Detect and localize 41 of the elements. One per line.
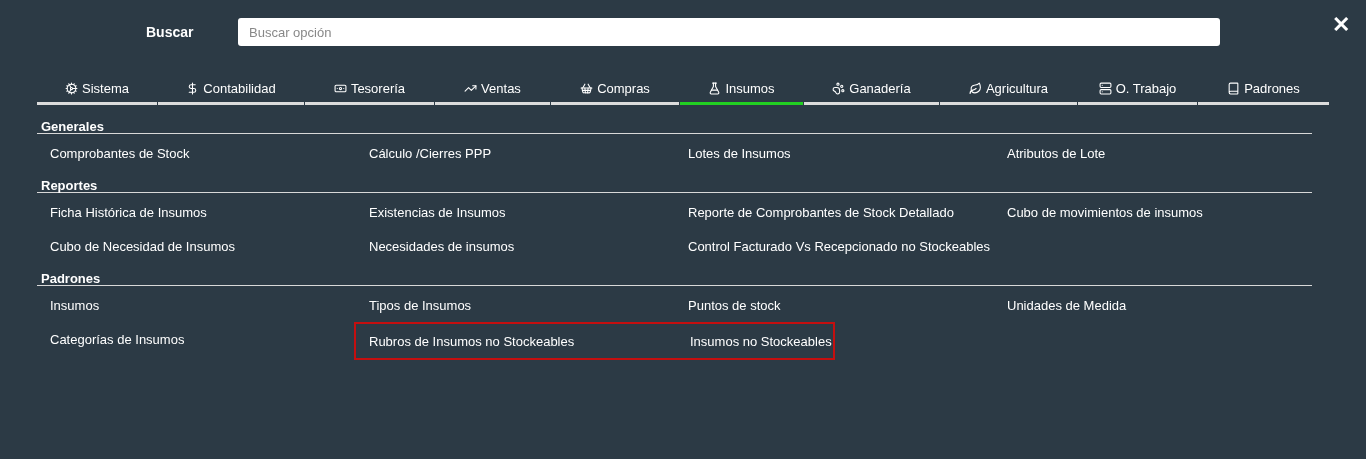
menu-link[interactable]: Lotes de Insumos [688,136,791,170]
section-heading: Reportes [37,178,1312,193]
section-heading: Generales [37,119,1312,134]
menu-tab[interactable]: Ventas [435,75,550,105]
menu-link[interactable]: Necesidades de insumos [369,229,515,263]
menu-tab[interactable]: Padrones [1198,75,1329,105]
menu-tab[interactable]: Ganadería [804,75,939,105]
menu-tab[interactable]: Sistema [37,75,157,105]
menu-tab[interactable]: O. Trabajo [1078,75,1197,105]
menu-link[interactable]: Tipos de Insumos [369,288,472,322]
line-chart-icon [464,82,478,95]
search-field[interactable]: Buscar opción [238,18,1220,46]
menu-link[interactable]: Puntos de stock [688,288,781,322]
menu-tab[interactable]: Compras [551,75,679,105]
menu-tab[interactable]: Insumos [680,75,803,105]
section-heading: Padrones [37,271,1312,286]
server-icon [1098,82,1112,95]
basket-icon [580,82,594,95]
menu-tab[interactable]: Contabilidad [158,75,304,105]
menu-tab[interactable]: Tesorería [305,75,434,105]
menu-link[interactable]: Reporte de Comprobantes de Stock Detallado [688,195,954,229]
flask-icon [708,82,722,95]
menu-link[interactable]: Cálculo /Cierres PPP [369,136,492,170]
menu-link[interactable]: Cubo de Necesidad de Insumos [50,229,235,263]
menu-link[interactable]: Existencias de Insumos [369,195,506,229]
leaf-icon [968,82,982,95]
menu-link[interactable]: Insumos [50,288,100,322]
menu-link[interactable]: Atributos de Lote [1007,136,1106,170]
menu-link[interactable]: Comprobantes de Stock [50,136,190,170]
cog-icon [65,82,78,95]
menu-link[interactable]: Cubo de movimientos de insumos [1007,195,1203,229]
search-label: Buscar [146,24,195,40]
menu-link[interactable]: Unidades de Medida [1007,288,1127,322]
banknote-icon [333,82,347,95]
paw-icon [832,82,846,95]
menu-tab[interactable]: Agricultura [940,75,1077,105]
menu-link[interactable]: Categorías de Insumos [50,322,185,356]
close-button[interactable]: ✕ [1332,14,1350,36]
menu-link[interactable]: Control Facturado Vs Recepcionado no Stockeables [688,229,991,263]
menu-link[interactable]: Ficha Histórica de Insumos [50,195,207,229]
book-icon [1227,82,1241,95]
